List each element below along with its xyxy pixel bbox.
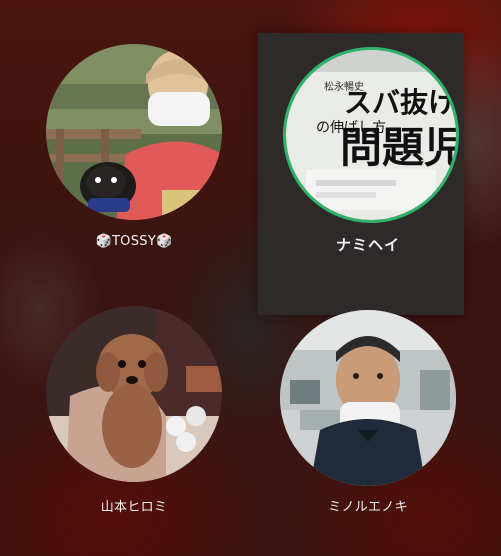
book-cover-photo-avatar: 松永暢史 スバ抜けた 問題児 の伸ばし方: [283, 47, 459, 223]
participant-name: 🎲TOSSY🎲: [95, 234, 173, 249]
man-with-mask-photo-avatar: [280, 310, 456, 486]
person-with-dog-photo-avatar: [46, 44, 222, 220]
book-cover-photo-icon: 松永暢史 スバ抜けた 問題児 の伸ばし方: [286, 50, 456, 220]
svg-text:スバ抜けた: スバ抜けた: [344, 86, 456, 119]
participant-yamamoto-hiromi[interactable]: 山本ヒロミ: [46, 306, 222, 521]
participant-name: 山本ヒロミ: [100, 500, 168, 515]
svg-text:の伸ばし方: の伸ばし方: [316, 120, 386, 136]
participant-tossy[interactable]: 🎲TOSSY🎲: [46, 44, 222, 259]
person-with-dog-photo-icon: [46, 44, 222, 220]
participant-minoru-enoki[interactable]: ミノルエノキ: [280, 310, 456, 521]
participant-namihei[interactable]: 松永暢史 スバ抜けた 問題児 の伸ばし方 ナミヘイ: [280, 44, 459, 259]
toy-poodle-puppy-photo-icon: [46, 306, 222, 482]
participant-name: ナミヘイ: [335, 236, 400, 254]
man-with-mask-photo-icon: [280, 310, 456, 486]
participant-name: ミノルエノキ: [328, 500, 408, 515]
toy-poodle-puppy-photo-avatar: [46, 306, 222, 482]
